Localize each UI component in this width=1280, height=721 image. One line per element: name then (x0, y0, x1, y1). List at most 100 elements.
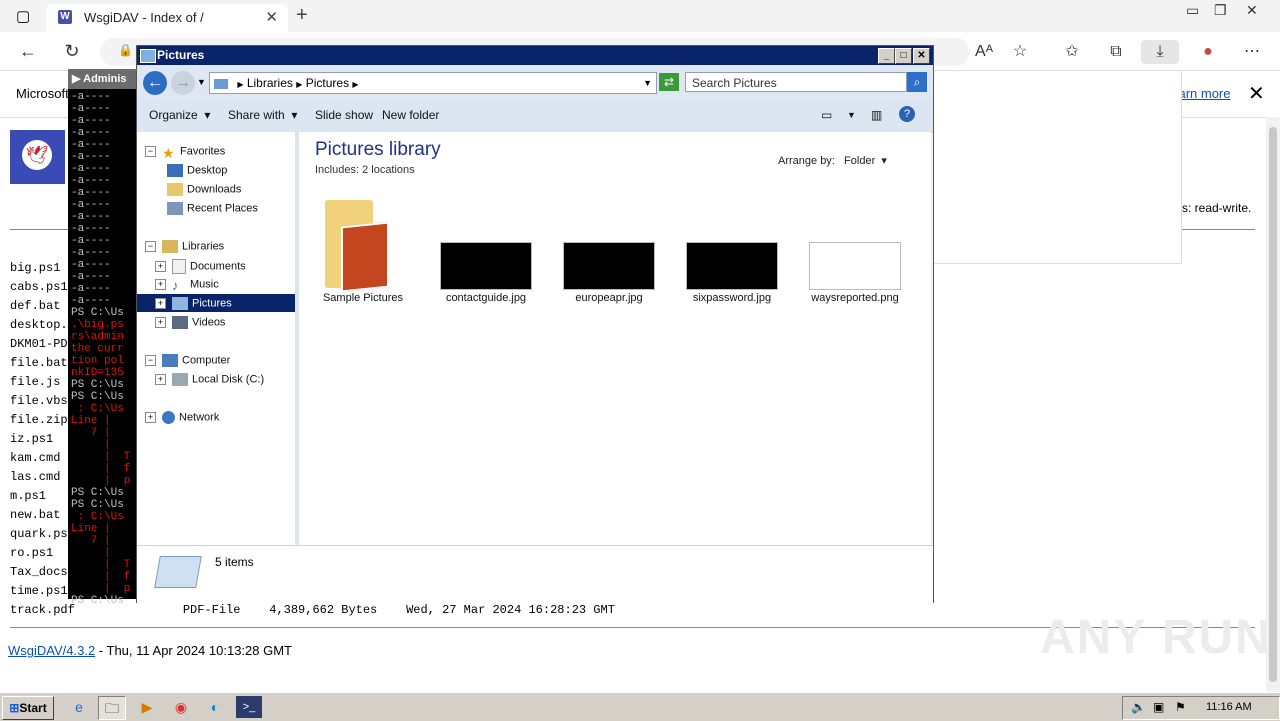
nav-libraries[interactable]: − Libraries (145, 240, 224, 253)
clock[interactable]: 11:16 AM (1206, 701, 1252, 713)
breadcrumb-pictures[interactable]: Pictures (306, 76, 349, 90)
nav-favorites[interactable]: − ★ Favorites (145, 145, 225, 161)
file-link[interactable]: m.ps1 (10, 489, 46, 503)
file-link[interactable]: cabs.ps1 (10, 280, 68, 294)
collections-icon[interactable]: ⧉ (1104, 40, 1128, 64)
address-dropdown-icon[interactable]: ▼ (643, 73, 652, 93)
share-with-button[interactable]: Share with ▾ (228, 108, 297, 122)
organize-button[interactable]: Organize ▾ (149, 108, 210, 122)
powershell-window[interactable]: ▶ Adminis -a---- -a---- -a---- -a---- -a… (68, 69, 140, 607)
nav-music[interactable]: + ♪ Music (155, 278, 219, 293)
item-sixpassword[interactable]: sixpassword.jpg (677, 292, 787, 304)
arrange-by-value[interactable]: Folder (844, 155, 875, 167)
powershell-taskbar-icon[interactable]: >_ (236, 696, 262, 718)
file-link[interactable]: file.vbs (10, 394, 68, 408)
back-icon[interactable]: ← (16, 39, 40, 63)
new-tab-icon[interactable]: + (296, 4, 308, 27)
minimize-button[interactable]: _ (878, 48, 895, 64)
nav-network[interactable]: + Network (145, 411, 219, 424)
europeapr-thumbnail[interactable] (563, 242, 655, 290)
file-link[interactable]: ro.ps1 (10, 546, 53, 560)
breadcrumb-libraries[interactable]: Libraries (247, 76, 293, 90)
maximize-button[interactable]: □ (895, 48, 912, 64)
nav-recent-places[interactable]: Recent Places (167, 202, 258, 215)
network-tray-icon[interactable]: ▣ (1153, 700, 1164, 714)
chrome-icon[interactable]: ◉ (168, 696, 194, 718)
explorer-titlebar[interactable]: Pictures _ □ ✕ (137, 46, 933, 65)
profile-avatar-icon[interactable]: ● (1196, 40, 1220, 64)
scrollbar-thumb[interactable] (1269, 127, 1277, 682)
recent-pages-icon[interactable]: ▼ (197, 77, 206, 87)
close-infobar-icon[interactable]: ✕ (1248, 81, 1265, 106)
refresh-button[interactable]: ⇄ (659, 73, 679, 91)
change-view-icon[interactable]: ▭ (821, 108, 832, 122)
file-link[interactable]: time.ps1 (10, 584, 68, 598)
page-scrollbar[interactable] (1266, 117, 1280, 692)
new-folder-button[interactable]: New folder (382, 108, 439, 122)
view-dropdown-icon[interactable]: ▼ (847, 110, 856, 120)
item-europeapr[interactable]: europeapr.jpg (554, 292, 664, 304)
tab-title: WsgiDAV - Index of / (84, 10, 204, 25)
breadcrumb[interactable]: ▶ Libraries ▶ Pictures ▶ ▼ (209, 72, 657, 94)
file-link[interactable]: quark.ps (10, 527, 68, 541)
nav-desktop[interactable]: Desktop (167, 164, 227, 177)
close-button[interactable]: ✕ (913, 48, 930, 64)
item-sample-pictures[interactable]: Sample Pictures (308, 292, 418, 304)
powershell-titlebar[interactable]: ▶ Adminis (68, 69, 140, 89)
item-waysreported[interactable]: waysreported.png (800, 292, 910, 304)
arrange-by[interactable]: Arrange by: Folder ▾ (778, 154, 887, 167)
search-icon[interactable]: ⌕ (907, 72, 927, 92)
close-window-icon[interactable]: ✕ (1246, 2, 1258, 19)
sample-pictures-folder-icon[interactable] (323, 196, 389, 293)
file-link[interactable]: las.cmd (10, 470, 60, 484)
slide-show-button[interactable]: Slide show (315, 108, 373, 122)
refresh-icon[interactable]: ↻ (60, 39, 84, 63)
help-icon[interactable]: ? (899, 106, 915, 122)
nav-documents[interactable]: + Documents (155, 259, 246, 274)
nav-downloads[interactable]: Downloads (167, 183, 241, 196)
tab-actions-icon[interactable]: ▢ (16, 7, 30, 25)
file-link[interactable]: file.js (10, 375, 60, 389)
nav-pictures[interactable]: + Pictures (155, 297, 232, 310)
file-link[interactable]: DKM01-PD (10, 337, 68, 351)
file-link[interactable]: kam.cmd (10, 451, 60, 465)
nav-local-disk[interactable]: + Local Disk (C:) (155, 373, 264, 386)
back-button[interactable]: ← (143, 71, 167, 95)
file-link[interactable]: file.bat (10, 356, 68, 370)
file-link[interactable]: desktop. (10, 318, 68, 332)
ie-icon[interactable]: e (66, 696, 92, 718)
search-input[interactable]: Search Pictures (685, 72, 907, 92)
preview-pane-icon[interactable]: ▥ (871, 108, 882, 122)
read-aloud-icon[interactable]: Aᴬ (972, 40, 996, 64)
start-button[interactable]: ⊞Start (2, 696, 54, 720)
file-link[interactable]: big.ps1 (10, 261, 60, 275)
item-contactguide[interactable]: contactguide.jpg (431, 292, 541, 304)
close-tab-icon[interactable]: ✕ (265, 8, 278, 26)
nav-computer[interactable]: − Computer (145, 354, 230, 367)
speaker-icon[interactable]: 🔈 (1131, 700, 1146, 714)
add-favorite-icon[interactable]: ☆ (1008, 40, 1032, 64)
file-link[interactable]: iz.ps1 (10, 432, 53, 446)
file-link[interactable]: Tax_docs (10, 565, 68, 579)
nav-videos[interactable]: + Videos (155, 316, 225, 329)
explorer-window[interactable]: Pictures _ □ ✕ ← → ▼ ▶ Libraries ▶ Pictu… (136, 45, 934, 603)
edge-icon[interactable]: ◐ (202, 696, 228, 718)
tab-wsgidav[interactable]: W WsgiDAV - Index of / ✕ (46, 4, 288, 32)
more-menu-icon[interactable]: ⋯ (1240, 40, 1264, 64)
downloads-icon[interactable]: ⤓ (1141, 40, 1179, 64)
restore-icon[interactable]: ❐ (1214, 2, 1227, 19)
forward-button[interactable]: → (171, 71, 195, 95)
wsgidav-version-link[interactable]: WsgiDAV/4.3.2 (8, 643, 95, 658)
explorer-taskbar-icon[interactable]: 🗀 (98, 696, 126, 720)
media-player-icon[interactable]: ▶ (134, 696, 160, 718)
favorites-icon[interactable]: ✩ (1060, 40, 1084, 64)
minimize-icon[interactable]: ▭ (1186, 2, 1199, 19)
file-link[interactable]: def.bat (10, 299, 60, 313)
contactguide-thumbnail[interactable] (440, 242, 532, 290)
waysreported-thumbnail[interactable] (809, 242, 901, 290)
flag-icon[interactable]: ⚑ (1175, 700, 1186, 714)
sixpassword-thumbnail[interactable] (686, 242, 778, 290)
file-link[interactable]: new.bat (10, 508, 60, 522)
file-link[interactable]: file.zip (10, 413, 68, 427)
library-includes[interactable]: Includes: 2 locations (315, 164, 415, 176)
